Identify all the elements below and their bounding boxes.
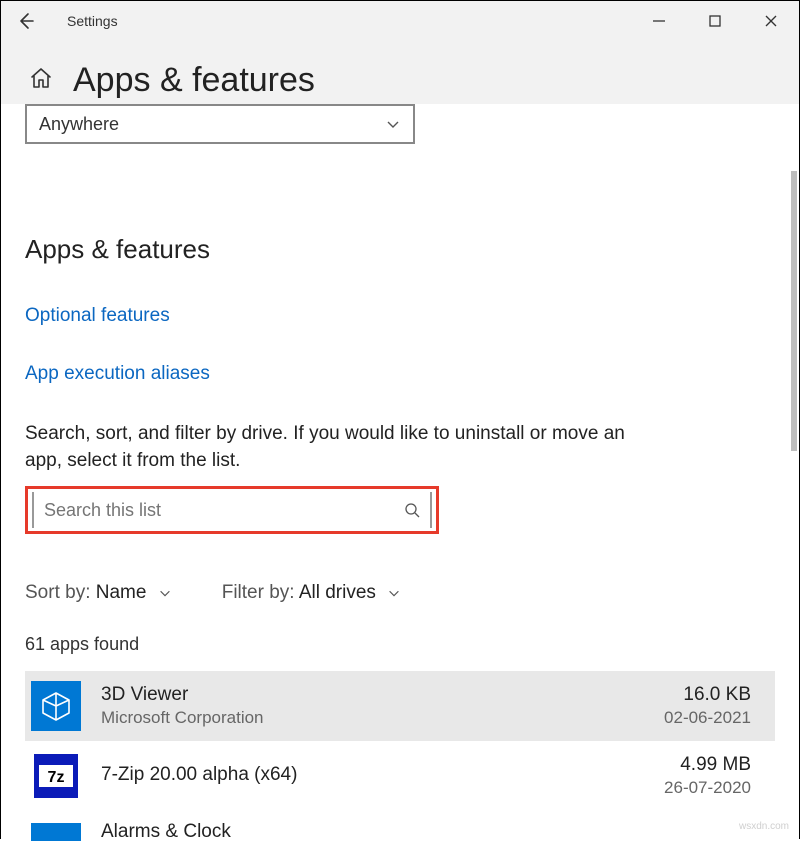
- close-icon: [764, 14, 778, 28]
- search-input[interactable]: [44, 500, 404, 521]
- install-source-value: Anywhere: [39, 114, 119, 135]
- sort-filter-bar: Sort by: Name Filter by: All drives: [25, 582, 775, 604]
- app-name: 7-Zip 20.00 alpha (x64): [101, 764, 664, 786]
- sort-by-button[interactable]: Sort by: Name: [25, 582, 172, 604]
- app-info: 7-Zip 20.00 alpha (x64): [101, 764, 664, 788]
- scrollbar[interactable]: [791, 171, 797, 451]
- page-title: Apps & features: [73, 61, 315, 100]
- filter-value: All drives: [299, 582, 376, 603]
- app-row-alarms-clock[interactable]: Alarms & Clock: [25, 811, 775, 843]
- filter-by-button[interactable]: Filter by: All drives: [222, 582, 401, 604]
- app-publisher: Microsoft Corporation: [101, 708, 664, 728]
- maximize-icon: [708, 14, 722, 28]
- titlebar: Settings: [1, 1, 799, 41]
- chevron-down-icon: [158, 586, 172, 600]
- minimize-icon: [652, 14, 666, 28]
- back-arrow-icon: [16, 11, 36, 31]
- link-text: App execution aliases: [25, 363, 210, 384]
- app-count: 61 apps found: [25, 634, 775, 655]
- back-button[interactable]: [1, 1, 51, 41]
- app-row-7zip[interactable]: 7z 7-Zip 20.00 alpha (x64) 4.99 MB 26-07…: [25, 741, 775, 811]
- content: Anywhere Apps & features Optional featur…: [1, 104, 799, 843]
- link-text: Optional features: [25, 305, 170, 326]
- optional-features-link[interactable]: Optional features: [25, 305, 775, 327]
- home-icon[interactable]: [29, 66, 53, 95]
- app-meta: 16.0 KB 02-06-2021: [664, 684, 751, 728]
- chevron-down-icon: [385, 116, 401, 132]
- help-text: Search, sort, and filter by drive. If yo…: [25, 421, 665, 474]
- app-name: 3D Viewer: [101, 684, 664, 706]
- app-date: 02-06-2021: [664, 708, 751, 728]
- section-title: Apps & features: [25, 234, 775, 265]
- app-size: 4.99 MB: [664, 754, 751, 776]
- app-icon-7zip: 7z: [31, 751, 81, 801]
- app-row-3d-viewer[interactable]: 3D Viewer Microsoft Corporation 16.0 KB …: [25, 671, 775, 741]
- sort-label: Sort by:: [25, 582, 90, 603]
- app-size: 16.0 KB: [664, 684, 751, 706]
- app-list: 3D Viewer Microsoft Corporation 16.0 KB …: [25, 671, 775, 843]
- app-info: Alarms & Clock: [101, 821, 769, 843]
- maximize-button[interactable]: [687, 1, 743, 41]
- install-source-dropdown[interactable]: Anywhere: [25, 104, 415, 144]
- chevron-down-icon: [387, 586, 401, 600]
- search-highlight: [25, 486, 439, 534]
- filter-label: Filter by:: [222, 582, 295, 603]
- window-title: Settings: [67, 13, 118, 29]
- app-date: 26-07-2020: [664, 778, 751, 798]
- titlebar-left: Settings: [1, 1, 118, 41]
- app-icon-alarms: [31, 823, 81, 841]
- window-controls: [631, 1, 799, 41]
- app-meta: 4.99 MB 26-07-2020: [664, 754, 751, 798]
- search-box[interactable]: [32, 492, 432, 528]
- app-icon-3d-viewer: [31, 681, 81, 731]
- app-name: Alarms & Clock: [101, 821, 769, 843]
- sort-value: Name: [96, 582, 147, 603]
- close-button[interactable]: [743, 1, 799, 41]
- search-icon: [404, 502, 420, 518]
- minimize-button[interactable]: [631, 1, 687, 41]
- svg-text:7z: 7z: [48, 769, 65, 786]
- app-info: 3D Viewer Microsoft Corporation: [101, 684, 664, 728]
- app-execution-aliases-link[interactable]: App execution aliases: [25, 363, 775, 385]
- watermark: wsxdn.com: [739, 821, 789, 832]
